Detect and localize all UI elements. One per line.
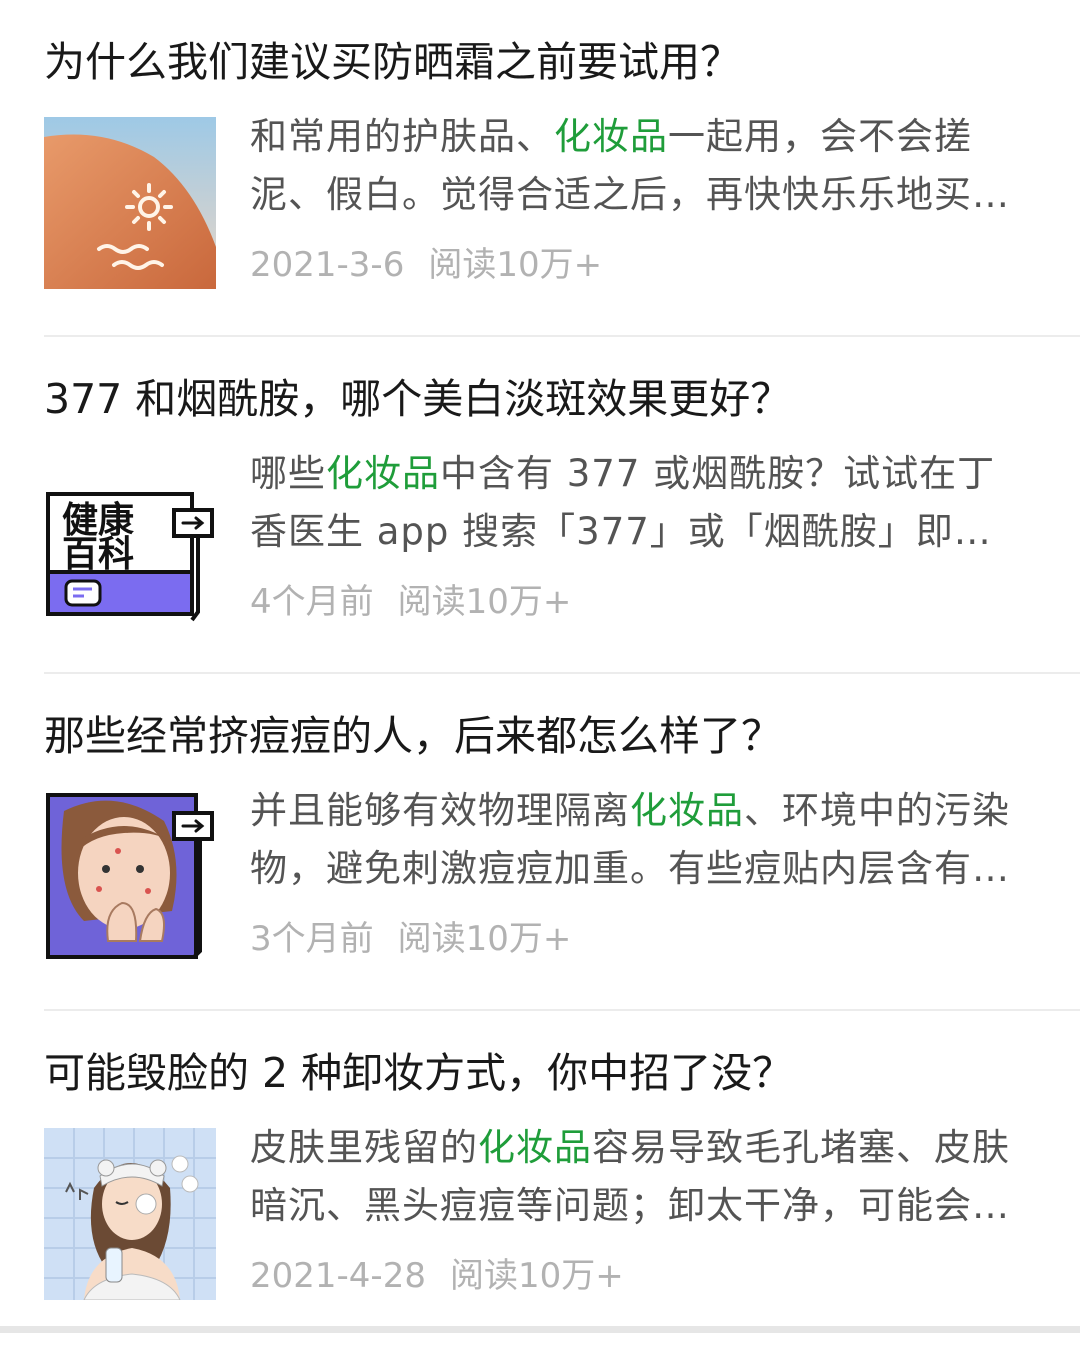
article-item[interactable]: 可能毁脸的 2 种卸妆方式，你中招了没？ 皮肤里残留的化妆品容易导致毛孔堵塞、皮… [0,1011,1080,1348]
article-summary: 哪些化妆品中含有 377 或烟酰胺？试试在丁香医生 app 搜索「377」或「烟… [250,445,1020,561]
article-summary: 皮肤里残留的化妆品容易导致毛孔堵塞、皮肤暗沉、黑头痘痘等问题；卸太干净，可能会伤… [250,1119,1020,1235]
article-title[interactable]: 可能毁脸的 2 种卸妆方式，你中招了没？ [44,1045,1054,1101]
article-date: 2021-4-28 [250,1256,426,1296]
health-encyclopedia-icon[interactable]: 健康 百科 [44,454,216,626]
article-summary: 并且能够有效物理隔离化妆品、环境中的污染物，避免刺激痘痘加重。有些痘贴内层含有药… [250,782,1020,898]
keyword-link[interactable]: 化妆品 [326,452,440,495]
makeup-removal-illustration-icon[interactable] [44,1128,216,1300]
article-date: 4个月前 [250,582,374,622]
keyword-link[interactable]: 化妆品 [554,115,668,158]
summary-text: 哪些 [250,452,326,495]
thumb-text: 百科 [62,534,134,575]
article-date: 2021-3-6 [250,245,405,285]
article-list: 为什么我们建议买防晒霜之前要试用？ 和常用的护肤品、化妆品一起用，会不会搓泥、假… [0,0,1080,1348]
summary-text: 并且能够有效物理隔离 [250,789,630,832]
acne-illustration-icon[interactable] [44,791,216,963]
bottom-divider [0,1326,1080,1333]
article-meta: 2021-4-28 阅读10万+ [250,1251,624,1301]
article-meta: 2021-3-6 阅读10万+ [250,240,602,290]
summary-text: 和常用的护肤品、 [250,115,554,158]
article-item[interactable]: 为什么我们建议买防晒霜之前要试用？ 和常用的护肤品、化妆品一起用，会不会搓泥、假… [0,0,1080,337]
article-item[interactable]: 那些经常挤痘痘的人，后来都怎么样了？ 并且能够有效物理隔离化妆品、环境中的污染物… [0,674,1080,1011]
article-reads: 阅读10万+ [397,919,572,959]
keyword-link[interactable]: 化妆品 [630,789,744,832]
article-reads: 阅读10万+ [428,245,603,285]
keyword-link[interactable]: 化妆品 [478,1126,592,1169]
article-meta: 3个月前 阅读10万+ [250,914,571,964]
article-reads: 阅读10万+ [449,1256,624,1296]
article-meta: 4个月前 阅读10万+ [250,577,571,627]
article-date: 3个月前 [250,919,374,959]
article-summary: 和常用的护肤品、化妆品一起用，会不会搓泥、假白。觉得合适之后，再快快乐乐地买买买… [250,108,1020,224]
article-title[interactable]: 377 和烟酰胺，哪个美白淡斑效果更好？ [44,371,1054,427]
article-item[interactable]: 377 和烟酰胺，哪个美白淡斑效果更好？ 健康 百科 哪些化妆品中含有 377 … [0,337,1080,674]
article-title[interactable]: 为什么我们建议买防晒霜之前要试用？ [44,34,1054,90]
article-reads: 阅读10万+ [397,582,572,622]
summary-text: 皮肤里残留的 [250,1126,478,1169]
article-title[interactable]: 那些经常挤痘痘的人，后来都怎么样了？ [44,708,1054,764]
sunscreen-sun-icon[interactable] [44,117,216,289]
